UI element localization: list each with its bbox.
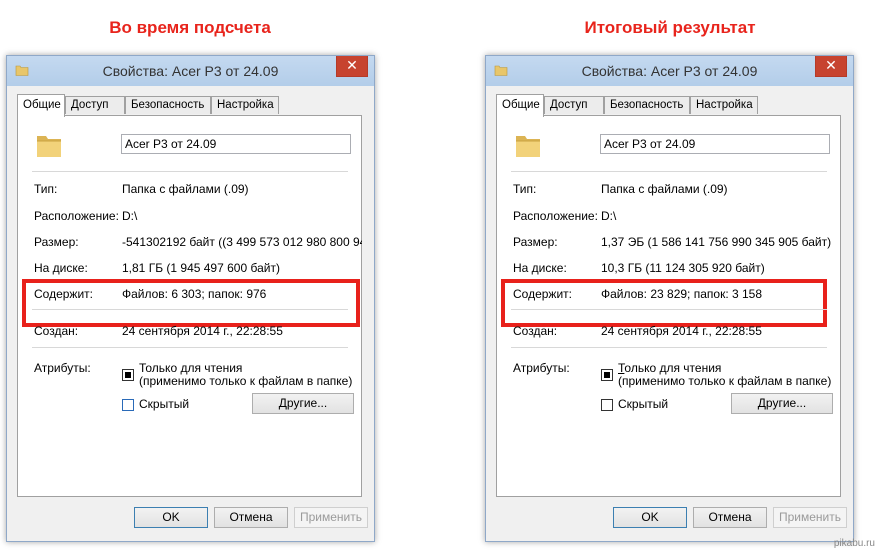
apply-button[interactable]: Применить bbox=[294, 507, 368, 528]
cancel-button[interactable]: Отмена bbox=[214, 507, 288, 528]
caption-during-count: Во время подсчета bbox=[109, 18, 271, 37]
hidden-checkbox[interactable] bbox=[601, 399, 613, 411]
contains-value: Файлов: 6 303; папок: 976 bbox=[122, 287, 267, 301]
created-value: 24 сентября 2014 г., 22:28:55 bbox=[601, 324, 762, 338]
tab-customize[interactable]: Настройка bbox=[690, 96, 758, 114]
title-bar[interactable]: Свойства: Acer P3 от 24.09 ✕ bbox=[7, 56, 374, 86]
attributes-label: Атрибуты: bbox=[513, 361, 570, 375]
type-label: Тип: bbox=[34, 182, 58, 196]
caption-final-result: Итоговый результат bbox=[584, 18, 756, 37]
tab-access[interactable]: Доступ bbox=[65, 96, 125, 114]
close-button[interactable]: ✕ bbox=[815, 56, 847, 77]
separator bbox=[32, 171, 348, 172]
hidden-label: Скрытый bbox=[618, 397, 669, 411]
size-value: 1,37 ЭБ (1 586 141 756 990 345 905 байт) bbox=[601, 235, 832, 249]
cancel-button[interactable]: Отмена bbox=[693, 507, 767, 528]
ok-button[interactable]: OK bbox=[134, 507, 208, 528]
created-label: Создан: bbox=[34, 324, 79, 338]
readonly-checkbox[interactable] bbox=[122, 369, 134, 381]
type-value: Папка с файлами (.09) bbox=[601, 182, 728, 196]
large-folder-icon bbox=[516, 136, 540, 157]
general-panel: Acer P3 от 24.09 Тип: Папка с файлами (.… bbox=[496, 115, 841, 497]
location-label: Расположение: bbox=[34, 209, 119, 223]
folder-name-input[interactable]: Acer P3 от 24.09 bbox=[121, 134, 351, 154]
close-button[interactable]: ✕ bbox=[336, 56, 368, 77]
apply-button[interactable]: Применить bbox=[773, 507, 847, 528]
large-folder-icon bbox=[37, 136, 61, 157]
general-panel: Acer P3 от 24.09 Тип: Папка с файлами (.… bbox=[17, 115, 362, 497]
tab-general[interactable]: Общие bbox=[496, 94, 544, 117]
other-attributes-button[interactable]: Другие... bbox=[252, 393, 354, 414]
type-label: Тип: bbox=[513, 182, 537, 196]
readonly-checkbox[interactable] bbox=[601, 369, 613, 381]
properties-window-during-count: Свойства: Acer P3 от 24.09 ✕ Общие Досту… bbox=[6, 55, 375, 542]
tab-security[interactable]: Безопасность bbox=[125, 96, 211, 114]
separator bbox=[32, 309, 348, 310]
tab-customize[interactable]: Настройка bbox=[211, 96, 279, 114]
folder-name-input[interactable]: Acer P3 от 24.09 bbox=[600, 134, 830, 154]
on-disk-value: 10,3 ГБ (11 124 305 920 байт) bbox=[601, 261, 765, 275]
tab-access[interactable]: Доступ bbox=[544, 96, 604, 114]
location-value: D:\ bbox=[601, 209, 617, 223]
other-attributes-button[interactable]: Другие... bbox=[731, 393, 833, 414]
separator bbox=[32, 347, 348, 348]
size-label: Размер: bbox=[34, 235, 79, 249]
hidden-label: Скрытый bbox=[139, 397, 190, 411]
location-value: D:\ bbox=[122, 209, 138, 223]
on-disk-value: 1,81 ГБ (1 945 497 600 байт) bbox=[122, 261, 280, 275]
readonly-note: (применимо только к файлам в папке) bbox=[618, 374, 832, 388]
separator bbox=[511, 347, 827, 348]
ok-button[interactable]: OK bbox=[613, 507, 687, 528]
tab-general[interactable]: Общие bbox=[17, 94, 65, 117]
contains-label: Содержит: bbox=[513, 287, 572, 301]
attributes-label: Атрибуты: bbox=[34, 361, 91, 375]
watermark: pikabu.ru bbox=[833, 538, 875, 549]
readonly-note: (применимо только к файлам в папке) bbox=[139, 374, 353, 388]
separator bbox=[511, 309, 827, 310]
properties-window-final-result: Свойства: Acer P3 от 24.09 ✕ Общие Досту… bbox=[485, 55, 854, 542]
separator bbox=[511, 171, 827, 172]
window-title: Свойства: Acer P3 от 24.09 bbox=[581, 63, 758, 79]
contains-label: Содержит: bbox=[34, 287, 93, 301]
size-label: Размер: bbox=[513, 235, 558, 249]
created-label: Создан: bbox=[513, 324, 558, 338]
type-value: Папка с файлами (.09) bbox=[122, 182, 249, 196]
created-value: 24 сентября 2014 г., 22:28:55 bbox=[122, 324, 283, 338]
tab-security[interactable]: Безопасность bbox=[604, 96, 690, 114]
contains-value: Файлов: 23 829; папок: 3 158 bbox=[601, 287, 763, 301]
location-label: Расположение: bbox=[513, 209, 598, 223]
hidden-checkbox[interactable] bbox=[122, 399, 134, 411]
title-bar[interactable]: Свойства: Acer P3 от 24.09 ✕ bbox=[486, 56, 853, 86]
size-value: -541302192 байт ((3 499 573 012 980 800 … bbox=[122, 235, 362, 249]
on-disk-label: На диске: bbox=[513, 261, 567, 275]
on-disk-label: На диске: bbox=[34, 261, 88, 275]
window-title: Свойства: Acer P3 от 24.09 bbox=[102, 63, 279, 79]
